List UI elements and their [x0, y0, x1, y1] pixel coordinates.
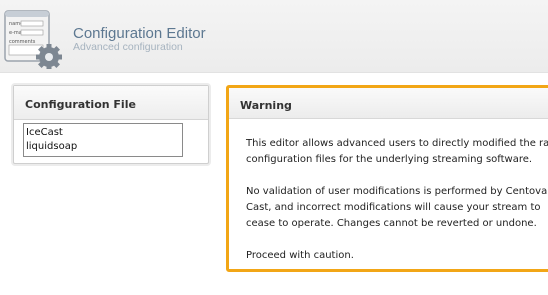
warning-line-1: This editor allows advanced users to dir… [246, 138, 548, 149]
configuration-file-list[interactable]: IceCast liquidsoap [23, 123, 183, 157]
warning-paragraph-3: Proceed with caution. [246, 248, 548, 264]
warning-panel: Warning This editor allows advanced user… [226, 85, 548, 272]
page-subtitle: Advanced configuration [73, 41, 183, 53]
page-title: Configuration Editor [73, 25, 206, 42]
warning-panel-title: Warning [229, 88, 548, 119]
warning-paragraph-2: No validation of user modifications is p… [246, 184, 548, 232]
icon-label-comments: comments [9, 39, 36, 45]
warning-message: This editor allows advanced users to dir… [229, 119, 548, 264]
configuration-file-panel: Configuration File IceCast liquidsoap [13, 85, 209, 164]
warning-line-5: cease to operate. Changes cannot be reve… [246, 218, 537, 229]
warning-line-3: No validation of user modifications is p… [246, 186, 548, 197]
file-option-liquidsoap[interactable]: liquidsoap [26, 140, 182, 154]
file-option-icecast[interactable]: IceCast [26, 126, 182, 140]
configuration-file-panel-title: Configuration File [14, 86, 208, 120]
warning-line-2: configuration files for the underlying s… [246, 154, 533, 165]
warning-line-4: Cast, and incorrect modifications will c… [246, 202, 541, 213]
page-header: name e-mail comments Configuration Edito… [0, 0, 548, 73]
warning-paragraph-1: This editor allows advanced users to dir… [246, 136, 548, 168]
warning-line-6: Proceed with caution. [246, 250, 354, 261]
form-gear-icon: name e-mail comments [4, 10, 62, 69]
